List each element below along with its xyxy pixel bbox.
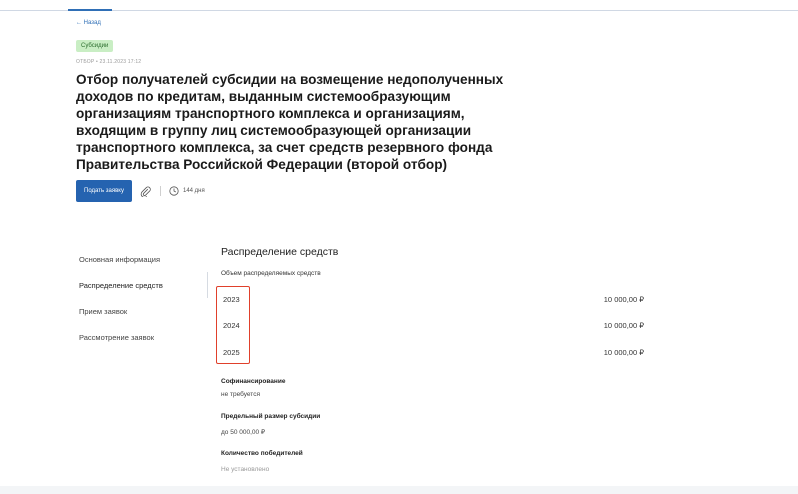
clock-icon [169, 186, 179, 196]
apply-button[interactable]: Подать заявку [76, 180, 132, 202]
nav-item-funds-distribution[interactable]: Распределение средств [68, 272, 208, 298]
page-title: Отбор получателей субсидии на возмещение… [76, 72, 504, 172]
top-divider [0, 10, 798, 11]
max-subsidy-label: Предельный размер субсидии [221, 413, 321, 420]
nav-item-applications-intake[interactable]: Прием заявок [68, 298, 208, 324]
paperclip-icon[interactable] [140, 185, 152, 197]
category-badge: Субсидии [76, 40, 114, 52]
row-amount: 10 000,00 ₽ [603, 295, 644, 304]
winners-value: Не установлено [221, 466, 270, 473]
distribution-row: 2024 10 000,00 ₽ [221, 321, 651, 335]
row-amount: 10 000,00 ₽ [603, 321, 644, 330]
volume-label: Объем распределяемых средств [221, 270, 321, 277]
nav-item-applications-review[interactable]: Рассмотрение заявок [68, 324, 208, 350]
cofinancing-value: не требуется [221, 391, 260, 398]
bottom-edge [0, 486, 798, 494]
max-subsidy-value: до 50 000,00 ₽ [221, 429, 266, 436]
action-bar: Подать заявку 144 дня [76, 180, 205, 202]
section-heading: Распределение средств [221, 246, 339, 258]
distribution-row: 2025 10 000,00 ₽ [221, 348, 651, 362]
action-separator [159, 186, 161, 196]
winners-label: Количество победителей [221, 450, 303, 457]
top-accent [68, 9, 112, 11]
row-amount: 10 000,00 ₽ [603, 348, 644, 357]
section-nav: Основная информация Распределение средст… [68, 246, 208, 350]
selection-meta: ОТБОР • 23.11.2023 17:12 [76, 59, 142, 65]
timer-label: 144 дня [182, 188, 205, 194]
main-content: Распределение средств [221, 246, 661, 258]
distribution-row: 2023 10 000,00 ₽ [221, 295, 651, 309]
cofinancing-label: Софинансирование [221, 378, 286, 385]
back-link[interactable]: ← Назад [76, 20, 101, 26]
years-highlight [216, 286, 250, 364]
nav-item-main-info[interactable]: Основная информация [68, 246, 208, 272]
